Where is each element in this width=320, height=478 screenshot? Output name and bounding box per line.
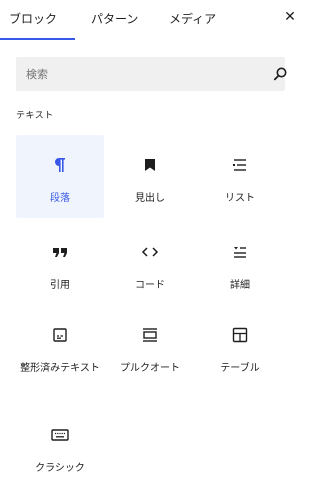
- search-input[interactable]: [16, 57, 256, 91]
- paragraph-icon: [50, 155, 70, 175]
- search-box: [16, 57, 288, 91]
- block-label: プルクオート: [120, 363, 180, 374]
- table-icon: [230, 325, 250, 345]
- block-classic[interactable]: クラシック: [16, 405, 104, 478]
- tab-media[interactable]: メディア: [169, 10, 216, 27]
- block-code[interactable]: コード: [106, 222, 194, 302]
- block-label: テーブル: [220, 363, 260, 374]
- category-heading: テキスト: [16, 111, 54, 121]
- block-paragraph[interactable]: 段落: [16, 135, 104, 218]
- quote-icon: [50, 242, 70, 262]
- search-icon[interactable]: [272, 66, 288, 82]
- details-icon: [230, 242, 250, 262]
- block-details[interactable]: 詳細: [196, 222, 284, 302]
- close-icon[interactable]: ✕: [282, 8, 298, 26]
- block-label: クラシック: [35, 463, 85, 474]
- heading-bookmark-icon: [140, 155, 160, 175]
- preformatted-icon: [50, 325, 70, 345]
- active-tab-indicator: [0, 38, 75, 40]
- block-label: 引用: [50, 280, 70, 291]
- keyboard-icon: [50, 425, 70, 445]
- block-label: リスト: [225, 193, 255, 204]
- tab-patterns[interactable]: パターン: [91, 10, 138, 27]
- block-quote[interactable]: 引用: [16, 222, 104, 302]
- tab-blocks[interactable]: ブロック: [9, 10, 57, 27]
- pullquote-icon: [140, 325, 160, 345]
- block-label: 見出し: [135, 193, 165, 204]
- code-icon: [140, 242, 160, 262]
- block-label: コード: [135, 280, 165, 291]
- block-table[interactable]: テーブル: [196, 305, 284, 401]
- block-preformatted[interactable]: 整形済みテキスト: [16, 305, 104, 401]
- block-list[interactable]: リスト: [196, 135, 284, 218]
- block-label: 段落: [50, 193, 70, 204]
- block-label: 詳細: [230, 280, 250, 291]
- block-label: 整形済みテキスト: [20, 363, 100, 374]
- inserter-tabs: ブロック パターン メディア ✕: [0, 0, 300, 40]
- list-icon: [230, 155, 250, 175]
- block-pullquote[interactable]: プルクオート: [106, 305, 194, 401]
- block-heading[interactable]: 見出し: [106, 135, 194, 218]
